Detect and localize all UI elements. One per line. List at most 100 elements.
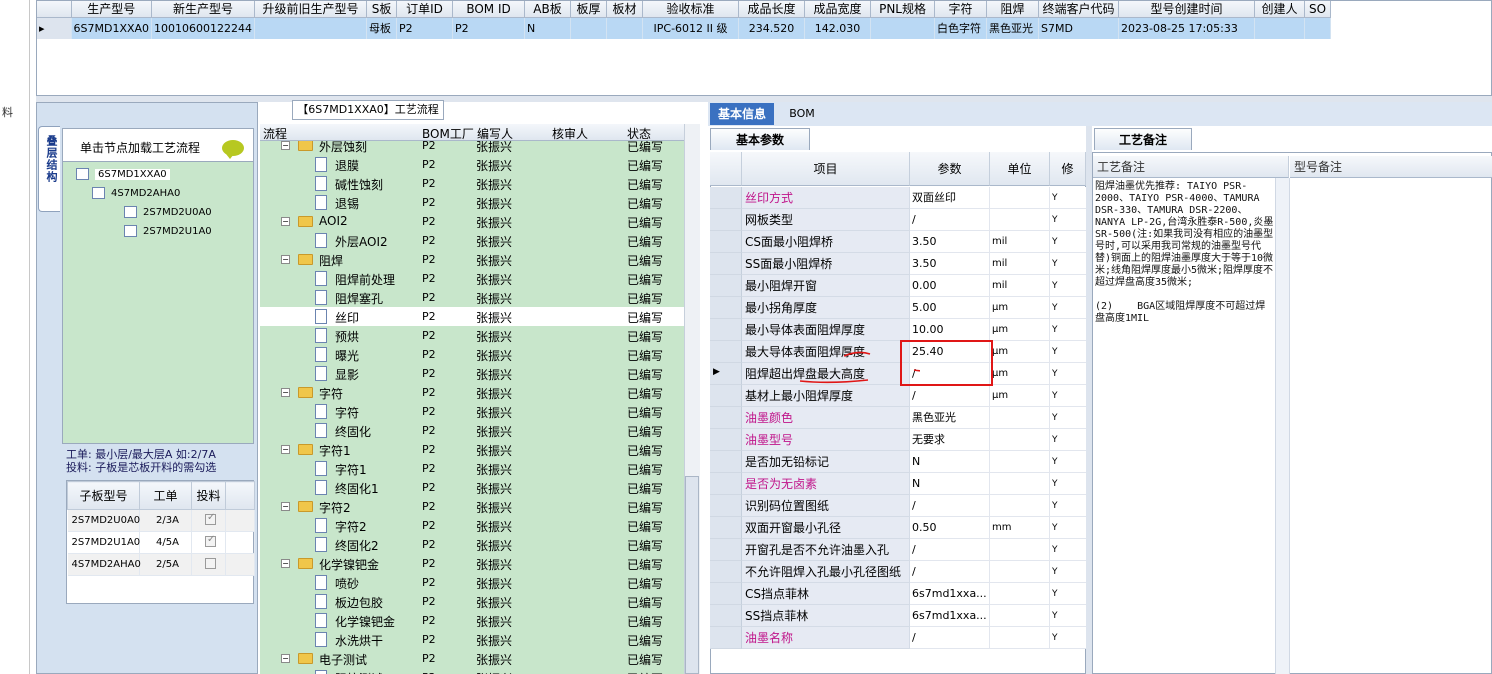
expand-icon[interactable]: − xyxy=(281,559,290,568)
param-unit[interactable]: μm xyxy=(990,297,1050,319)
process-row[interactable]: − 外层蚀刻 P2 张振兴 已编写 xyxy=(260,141,684,155)
col-header[interactable]: 新生产型号 xyxy=(151,1,256,18)
expand-icon[interactable]: − xyxy=(281,502,290,511)
param-row[interactable]: 基材上最小阻焊厚度 / μm Y xyxy=(710,385,1086,407)
expand-icon[interactable]: − xyxy=(281,445,290,454)
param-modify[interactable]: Y xyxy=(1050,539,1086,561)
table-row[interactable]: ▸ 6S7MD1XXA0 10010600122244 母板 P2 P2 N IPC-6012… xyxy=(37,17,1332,39)
feed-checkbox[interactable] xyxy=(191,509,226,532)
param-unit[interactable] xyxy=(990,583,1050,605)
param-value[interactable]: 0.50 xyxy=(910,517,990,539)
col-header[interactable]: 状态 xyxy=(627,125,651,142)
process-row[interactable]: − 字符1 P2 张振兴 已编写 xyxy=(260,440,684,459)
table-row[interactable]: 2S7MD2U0A0 2/3A xyxy=(67,509,255,532)
param-row[interactable]: 开窗孔是否不允许油墨入孔 / Y xyxy=(710,539,1086,561)
expand-icon[interactable]: − xyxy=(281,388,290,397)
param-value[interactable]: N xyxy=(910,451,990,473)
col-header[interactable]: 订单ID xyxy=(396,1,454,18)
tree-node-leaf[interactable]: 2S7MD2U0A0 xyxy=(124,206,212,218)
table-cell[interactable]: 黑色亚光 xyxy=(986,17,1040,39)
row-selector[interactable] xyxy=(710,583,742,605)
row-selector[interactable] xyxy=(710,385,742,407)
param-unit[interactable] xyxy=(990,495,1050,517)
process-row[interactable]: 字符1 P2 张振兴 已编写 xyxy=(260,459,684,478)
param-modify[interactable]: Y xyxy=(1050,253,1086,275)
row-selector[interactable] xyxy=(710,451,742,473)
col-header[interactable]: 板厚 xyxy=(570,1,608,18)
row-selector[interactable] xyxy=(710,539,742,561)
row-selector[interactable] xyxy=(710,275,742,297)
process-row[interactable]: − 化学镍钯金 P2 张振兴 已编写 xyxy=(260,554,684,573)
tab-basic-info[interactable]: 基本信息 xyxy=(710,103,774,125)
process-row[interactable]: 曝光 P2 张振兴 已编写 xyxy=(260,345,684,364)
row-selector[interactable] xyxy=(710,231,742,253)
param-unit[interactable] xyxy=(990,209,1050,231)
col-header[interactable]: 型号创建时间 xyxy=(1118,1,1256,18)
col-header[interactable]: 验收标准 xyxy=(642,1,740,18)
param-value[interactable]: / xyxy=(910,209,990,231)
param-value[interactable]: / xyxy=(910,495,990,517)
param-unit[interactable]: μm xyxy=(990,363,1050,385)
sub-order[interactable]: 4/5A xyxy=(139,531,192,554)
process-row[interactable]: − 电子测试 P2 张振兴 已编写 xyxy=(260,649,684,668)
param-modify[interactable]: Y xyxy=(1050,319,1086,341)
param-modify[interactable]: Y xyxy=(1050,627,1086,649)
expand-icon[interactable]: − xyxy=(281,255,290,264)
col-header[interactable]: 升级前旧生产型号 xyxy=(254,1,368,18)
param-modify[interactable]: Y xyxy=(1050,363,1086,385)
param-value[interactable]: 黑色亚光 xyxy=(910,407,990,429)
param-modify[interactable]: Y xyxy=(1050,429,1086,451)
param-unit[interactable] xyxy=(990,605,1050,627)
param-value[interactable]: 5.00 xyxy=(910,297,990,319)
param-value[interactable]: / xyxy=(910,539,990,561)
process-row[interactable]: − 阻焊 P2 张振兴 已编写 xyxy=(260,250,684,269)
param-row[interactable]: SS挡点菲林 6s7md1xxa... Y xyxy=(710,605,1086,627)
row-selector[interactable] xyxy=(710,319,742,341)
param-row[interactable]: 最小拐角厚度 5.00 μm Y xyxy=(710,297,1086,319)
expand-icon[interactable]: − xyxy=(281,654,290,663)
process-row[interactable]: 显影 P2 张振兴 已编写 xyxy=(260,364,684,383)
process-row[interactable]: 阻焊塞孔 P2 张振兴 已编写 xyxy=(260,288,684,307)
param-row[interactable]: 丝印方式 双面丝印 Y xyxy=(710,187,1086,209)
table-cell[interactable]: S7MD xyxy=(1038,17,1120,39)
param-row[interactable]: 识别码位置图纸 / Y xyxy=(710,495,1086,517)
row-selector[interactable] xyxy=(710,187,742,209)
col-header[interactable]: SO xyxy=(1304,1,1332,18)
process-row[interactable]: 化学镍钯金 P2 张振兴 已编写 xyxy=(260,611,684,630)
param-modify[interactable]: Y xyxy=(1050,605,1086,627)
row-selector[interactable] xyxy=(710,627,742,649)
param-modify[interactable]: Y xyxy=(1050,451,1086,473)
process-row[interactable]: 终固化1 P2 张振兴 已编写 xyxy=(260,478,684,497)
col-header[interactable]: BOM ID xyxy=(452,1,526,18)
col-header[interactable]: 创建人 xyxy=(1254,1,1306,18)
table-cell[interactable] xyxy=(1304,17,1332,39)
tree-node-leaf[interactable]: 2S7MD2U1A0 xyxy=(124,225,212,237)
param-unit[interactable]: mil xyxy=(990,275,1050,297)
process-row[interactable]: 喷砂 P2 张振兴 已编写 xyxy=(260,573,684,592)
col-header[interactable]: 子板型号 xyxy=(67,481,140,510)
process-row[interactable]: 退锡 P2 张振兴 已编写 xyxy=(260,193,684,212)
process-row[interactable]: 水洗烘干 P2 张振兴 已编写 xyxy=(260,630,684,649)
col-header[interactable]: 核审人 xyxy=(552,125,588,142)
table-cell[interactable]: 6S7MD1XXA0 xyxy=(71,17,153,39)
param-value[interactable]: / xyxy=(910,627,990,649)
process-row[interactable]: − AOI2 P2 张振兴 已编写 xyxy=(260,212,684,231)
process-row[interactable]: 终固化2 P2 张振兴 已编写 xyxy=(260,535,684,554)
col-header[interactable]: 项目 xyxy=(742,152,910,186)
row-selector[interactable] xyxy=(710,561,742,583)
process-row[interactable]: 外层AOI2 P2 张振兴 已编写 xyxy=(260,231,684,250)
param-row[interactable]: 油墨颜色 黑色亚光 Y xyxy=(710,407,1086,429)
table-row[interactable]: 2S7MD2U1A0 4/5A xyxy=(67,531,255,554)
col-header[interactable]: PNL规格 xyxy=(870,1,936,18)
table-cell[interactable]: P2 xyxy=(452,17,526,39)
param-row[interactable]: 最小阻焊开窗 0.00 mil Y xyxy=(710,275,1086,297)
process-row[interactable]: − 字符 P2 张振兴 已编写 xyxy=(260,383,684,402)
tab-stack-structure[interactable]: 叠层结构 xyxy=(38,126,60,212)
param-row[interactable]: 最小导体表面阻焊厚度 10.00 μm Y xyxy=(710,319,1086,341)
param-row[interactable]: 是否加无铅标记 N Y xyxy=(710,451,1086,473)
param-modify[interactable]: Y xyxy=(1050,407,1086,429)
process-row[interactable]: 阻焊前处理 P2 张振兴 已编写 xyxy=(260,269,684,288)
param-unit[interactable] xyxy=(990,429,1050,451)
param-modify[interactable]: Y xyxy=(1050,275,1086,297)
sub-board-grid[interactable]: 子板型号工单投料2S7MD2U0A02/3A2S7MD2U1A04/5A4S7M… xyxy=(66,480,255,604)
